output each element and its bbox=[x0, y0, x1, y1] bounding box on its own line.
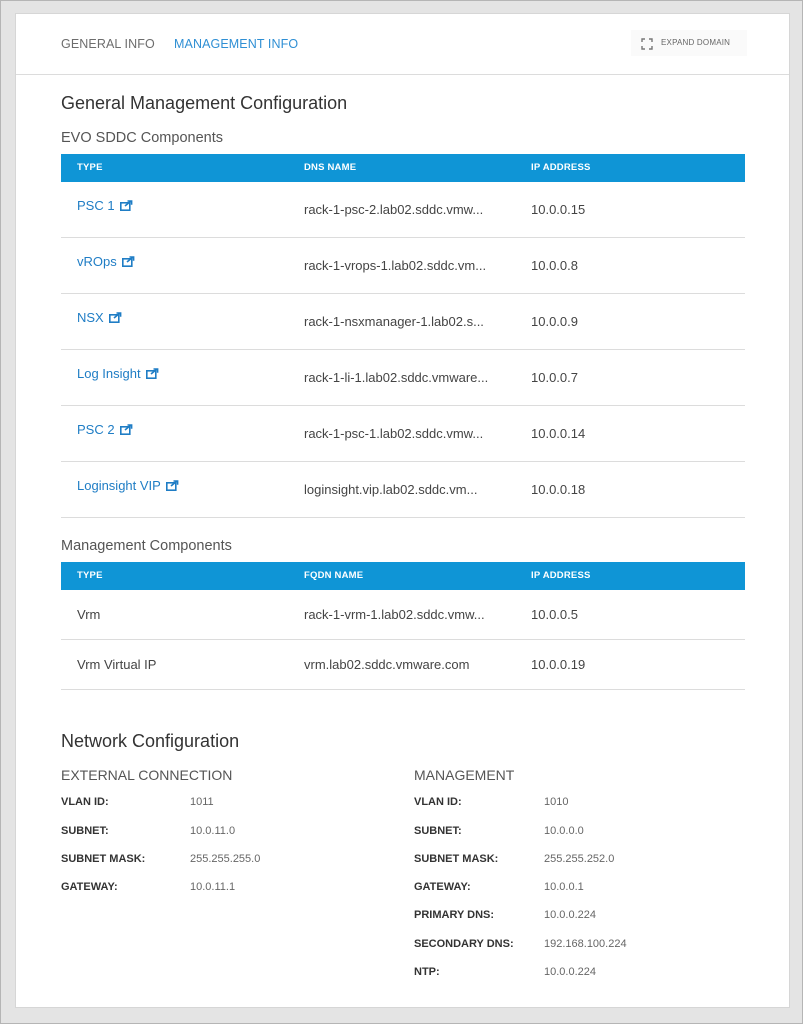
table-row: vROps rack-1-vrops-1.lab02.sddc.vm... 10… bbox=[61, 238, 745, 294]
mgmt-subnet-label: SUBNET: bbox=[414, 825, 462, 837]
mgmt-ntp-value: 10.0.0.224 bbox=[544, 966, 596, 978]
external-link-icon bbox=[165, 480, 179, 491]
ext-vlan-id-value: 1011 bbox=[190, 796, 214, 808]
mgmt-gateway-value: 10.0.0.1 bbox=[544, 881, 584, 893]
component-link[interactable]: PSC 2 bbox=[77, 422, 133, 437]
dns-name: loginsight.vip.lab02.sddc.vm... bbox=[304, 482, 478, 497]
component-link[interactable]: Log Insight bbox=[77, 366, 159, 381]
management-components-title: Management Components bbox=[61, 538, 232, 554]
window-frame: GENERAL INFO MANAGEMENT INFO EXPAND DOMA… bbox=[0, 0, 803, 1024]
dns-name: rack-1-psc-2.lab02.sddc.vmw... bbox=[304, 202, 484, 217]
component-type: Vrm Virtual IP bbox=[77, 657, 157, 672]
mgmt-gateway-label: GATEWAY: bbox=[414, 881, 471, 893]
fqdn-name: vrm.lab02.sddc.vmware.com bbox=[304, 657, 470, 672]
dns-name: rack-1-li-1.lab02.sddc.vmware... bbox=[304, 370, 489, 385]
column-header-type[interactable]: TYPE bbox=[77, 570, 103, 581]
column-header-dns-name[interactable]: DNS NAME bbox=[304, 162, 356, 173]
component-link[interactable]: PSC 1 bbox=[77, 198, 133, 213]
mgmt-secondary-dns-label: SECONDARY DNS: bbox=[414, 938, 514, 950]
ext-vlan-id-label: VLAN ID: bbox=[61, 796, 109, 808]
external-link-icon bbox=[121, 256, 135, 267]
component-link[interactable]: Loginsight VIP bbox=[77, 478, 179, 493]
mgmt-primary-dns-label: PRIMARY DNS: bbox=[414, 909, 495, 921]
mgmt-subnet-value: 10.0.0.0 bbox=[544, 825, 584, 837]
column-header-ip-address[interactable]: IP ADDRESS bbox=[531, 162, 591, 173]
ip-address: 10.0.0.19 bbox=[531, 657, 586, 672]
tab-bar: GENERAL INFO MANAGEMENT INFO EXPAND DOMA… bbox=[16, 14, 789, 75]
table-row: Log Insight rack-1-li-1.lab02.sddc.vmwar… bbox=[61, 350, 745, 406]
management-network-title: MANAGEMENT bbox=[414, 767, 515, 783]
component-link[interactable]: NSX bbox=[77, 310, 122, 325]
table-row: Loginsight VIP loginsight.vip.lab02.sddc… bbox=[61, 462, 745, 518]
table-row: NSX rack-1-nsxmanager-1.lab02.s... 10.0.… bbox=[61, 294, 745, 350]
ip-address: 10.0.0.15 bbox=[531, 202, 586, 217]
ext-gateway-value: 10.0.11.1 bbox=[190, 881, 236, 893]
mgmt-subnet-mask-value: 255.255.252.0 bbox=[544, 853, 615, 865]
evo-components-title: EVO SDDC Components bbox=[61, 130, 223, 146]
network-configuration-title: Network Configuration bbox=[61, 731, 240, 751]
table-row: Vrm rack-1-vrm-1.lab02.sddc.vmw... 10.0.… bbox=[61, 590, 745, 640]
component-link[interactable]: vROps bbox=[77, 254, 135, 269]
mgmt-vlan-id-value: 1010 bbox=[544, 796, 569, 808]
mgmt-primary-dns-value: 10.0.0.224 bbox=[544, 909, 596, 921]
external-link-icon bbox=[145, 368, 159, 379]
component-type: Vrm bbox=[77, 607, 101, 622]
external-link-icon bbox=[108, 312, 122, 323]
dns-name: rack-1-psc-1.lab02.sddc.vmw... bbox=[304, 426, 484, 441]
expand-icon bbox=[641, 38, 653, 50]
table-row: PSC 2 rack-1-psc-1.lab02.sddc.vmw... 10.… bbox=[61, 406, 745, 462]
dns-name: rack-1-nsxmanager-1.lab02.s... bbox=[304, 314, 484, 329]
management-table-header: TYPE FQDN NAME IP ADDRESS bbox=[61, 562, 745, 590]
fqdn-name: rack-1-vrm-1.lab02.sddc.vmw... bbox=[304, 607, 485, 622]
ip-address: 10.0.0.7 bbox=[531, 370, 578, 385]
management-info-panel: GENERAL INFO MANAGEMENT INFO EXPAND DOMA… bbox=[15, 13, 790, 1008]
general-management-title: General Management Configuration bbox=[61, 93, 348, 113]
expand-domain-label: EXPAND DOMAIN bbox=[661, 38, 731, 47]
mgmt-vlan-id-label: VLAN ID: bbox=[414, 796, 462, 808]
ext-subnet-mask-value: 255.255.255.0 bbox=[190, 853, 261, 865]
table-row: PSC 1 rack-1-psc-2.lab02.sddc.vmw... 10.… bbox=[61, 182, 745, 238]
external-connection-title: EXTERNAL CONNECTION bbox=[61, 767, 233, 783]
tab-management-info[interactable]: MANAGEMENT INFO bbox=[174, 37, 298, 51]
external-link-icon bbox=[119, 200, 132, 211]
expand-domain-button[interactable]: EXPAND DOMAIN bbox=[631, 30, 747, 56]
dns-name: rack-1-vrops-1.lab02.sddc.vm... bbox=[304, 258, 487, 273]
ip-address: 10.0.0.14 bbox=[531, 426, 586, 441]
external-link-icon bbox=[119, 424, 132, 435]
mgmt-subnet-mask-label: SUBNET MASK: bbox=[414, 853, 499, 865]
column-header-fqdn-name[interactable]: FQDN NAME bbox=[304, 570, 363, 581]
evo-table-header: TYPE DNS NAME IP ADDRESS bbox=[61, 154, 745, 182]
table-row: Vrm Virtual IP vrm.lab02.sddc.vmware.com… bbox=[61, 640, 745, 690]
ext-gateway-label: GATEWAY: bbox=[61, 881, 118, 893]
column-header-type[interactable]: TYPE bbox=[77, 162, 103, 173]
ip-address: 10.0.0.8 bbox=[531, 258, 578, 273]
ip-address: 10.0.0.18 bbox=[531, 482, 586, 497]
ext-subnet-mask-label: SUBNET MASK: bbox=[61, 853, 146, 865]
column-header-ip-address[interactable]: IP ADDRESS bbox=[531, 570, 591, 581]
mgmt-ntp-label: NTP: bbox=[414, 966, 440, 978]
ip-address: 10.0.0.5 bbox=[531, 607, 578, 622]
ip-address: 10.0.0.9 bbox=[531, 314, 578, 329]
ext-subnet-label: SUBNET: bbox=[61, 825, 109, 837]
tab-general-info[interactable]: GENERAL INFO bbox=[61, 37, 155, 51]
mgmt-secondary-dns-value: 192.168.100.224 bbox=[544, 938, 627, 950]
ext-subnet-value: 10.0.11.0 bbox=[190, 825, 236, 837]
